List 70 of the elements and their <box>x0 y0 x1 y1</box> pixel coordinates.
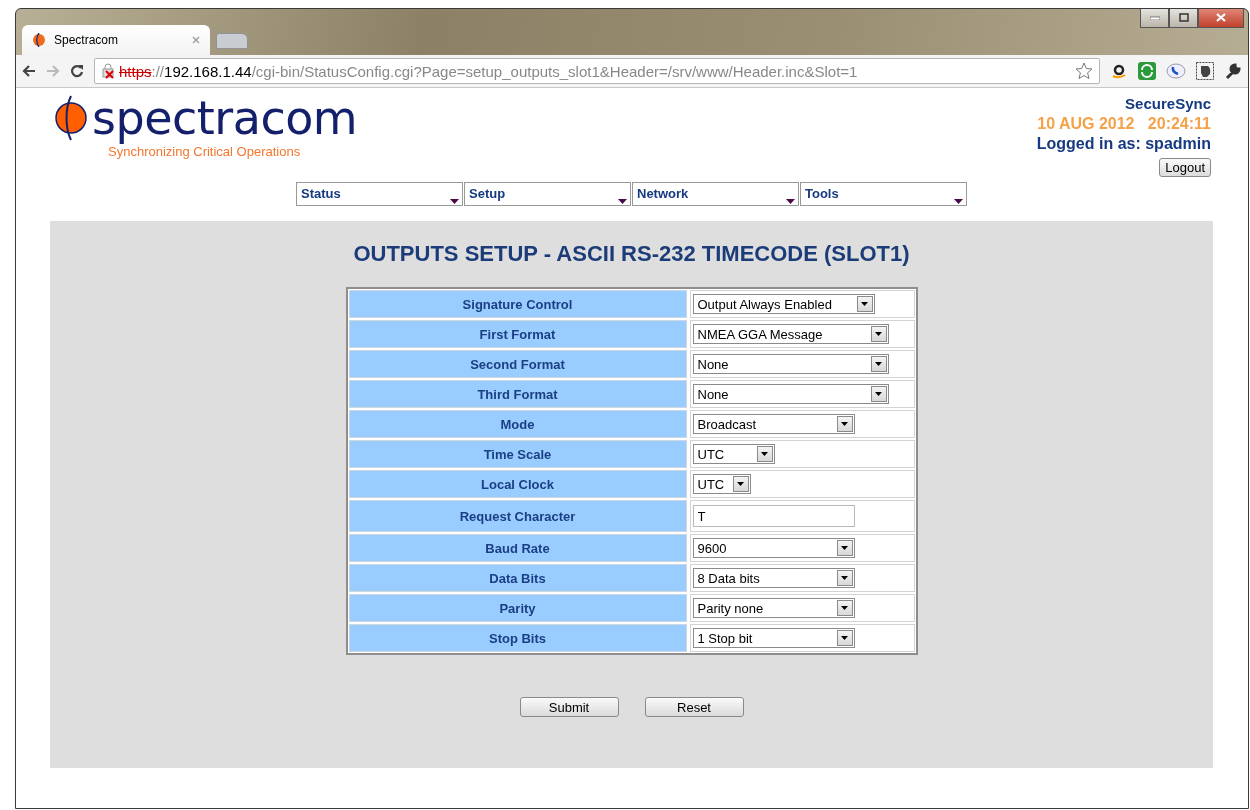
reload-icon[interactable] <box>70 64 84 78</box>
product-name: SecureSync <box>1125 94 1211 114</box>
caret-icon <box>618 199 627 204</box>
caret-icon <box>841 636 848 640</box>
field-label: First Format <box>348 320 687 348</box>
dropdown[interactable]: 1 Stop bit <box>692 628 855 648</box>
caret-icon <box>841 546 848 550</box>
field-label: Mode <box>348 410 687 438</box>
dropdown[interactable]: 9600 <box>692 538 855 558</box>
dropdown[interactable]: Output Always Enabled <box>692 294 875 314</box>
logo-icon <box>54 94 88 142</box>
caret-icon <box>875 332 882 336</box>
field-label: Third Format <box>348 380 687 408</box>
field-label: Time Scale <box>348 440 687 468</box>
minimize-icon <box>1149 15 1160 20</box>
dropdown[interactable]: UTC <box>692 474 751 494</box>
star-icon[interactable] <box>1075 62 1093 80</box>
dropdown[interactable]: None <box>692 354 889 374</box>
insecure-lock-icon <box>101 63 117 79</box>
caret-icon <box>786 199 795 204</box>
form-button[interactable]: Reset <box>644 697 744 717</box>
dropdown[interactable]: Broadcast <box>692 414 855 434</box>
minimize-button[interactable] <box>1140 9 1169 28</box>
caret-icon <box>954 199 963 204</box>
tagline: Synchronizing Critical Operations <box>108 144 302 159</box>
tab-title: Spectracom <box>54 33 120 47</box>
caret-icon <box>450 199 459 204</box>
field-label: Baud Rate <box>348 534 687 562</box>
back-icon[interactable] <box>22 65 36 77</box>
logo-icon <box>32 33 46 47</box>
close-icon[interactable] <box>192 36 200 44</box>
dropdown[interactable]: UTC <box>692 444 775 464</box>
dropdown[interactable]: None <box>692 384 889 404</box>
dropdown[interactable]: 8 Data bits <box>692 568 855 588</box>
field-label: Signature Control <box>348 290 687 318</box>
menu-item[interactable]: Tools <box>800 182 967 206</box>
caret-icon <box>761 452 768 456</box>
form-button[interactable]: Submit <box>519 697 619 717</box>
caret-icon <box>841 422 848 426</box>
maximize-icon <box>1178 13 1189 22</box>
sync-icon[interactable] <box>1138 62 1156 80</box>
field-label: Request Character <box>348 500 687 532</box>
caret-icon <box>861 302 868 306</box>
dropdown[interactable]: Parity none <box>692 598 855 618</box>
menu-item[interactable]: Status <box>296 182 463 206</box>
close-icon <box>1216 13 1226 22</box>
login-status: Logged in as: spadmin <box>1036 134 1211 154</box>
logout-button[interactable]: Logout <box>1159 158 1211 177</box>
field-label: Stop Bits <box>348 624 687 652</box>
address-field[interactable]: https://192.168.1.44/cgi-bin/StatusConfig.cgi?Page=setup_outputs_slot1&Header=/srv/www/Header.inc&Slot=1 <box>94 58 1100 84</box>
field-label: Local Clock <box>348 470 687 498</box>
close-button[interactable] <box>1198 9 1244 28</box>
browser-tab[interactable]: Spectracom <box>22 25 210 55</box>
page-title: OUTPUTS SETUP - ASCII RS-232 TIMECODE (SLOT1) <box>353 241 910 267</box>
dropdown[interactable]: NMEA GGA Message <box>692 324 889 344</box>
menu-item[interactable]: Setup <box>464 182 631 206</box>
phone-icon[interactable] <box>1166 62 1186 80</box>
date-time: 10 AUG 2012 20:24:11 <box>1037 114 1211 134</box>
caret-icon <box>841 606 848 610</box>
wrench-icon[interactable] <box>1224 62 1242 80</box>
field-label: Second Format <box>348 350 687 378</box>
maximize-button[interactable] <box>1169 9 1198 28</box>
caret-icon <box>875 392 882 396</box>
menu-item[interactable]: Network <box>632 182 799 206</box>
caret-icon <box>875 362 882 366</box>
input-field[interactable]: T <box>692 505 855 527</box>
field-label: Data Bits <box>348 564 687 592</box>
field-label: Parity <box>348 594 687 622</box>
caret-icon <box>841 576 848 580</box>
caret-icon <box>737 482 744 486</box>
